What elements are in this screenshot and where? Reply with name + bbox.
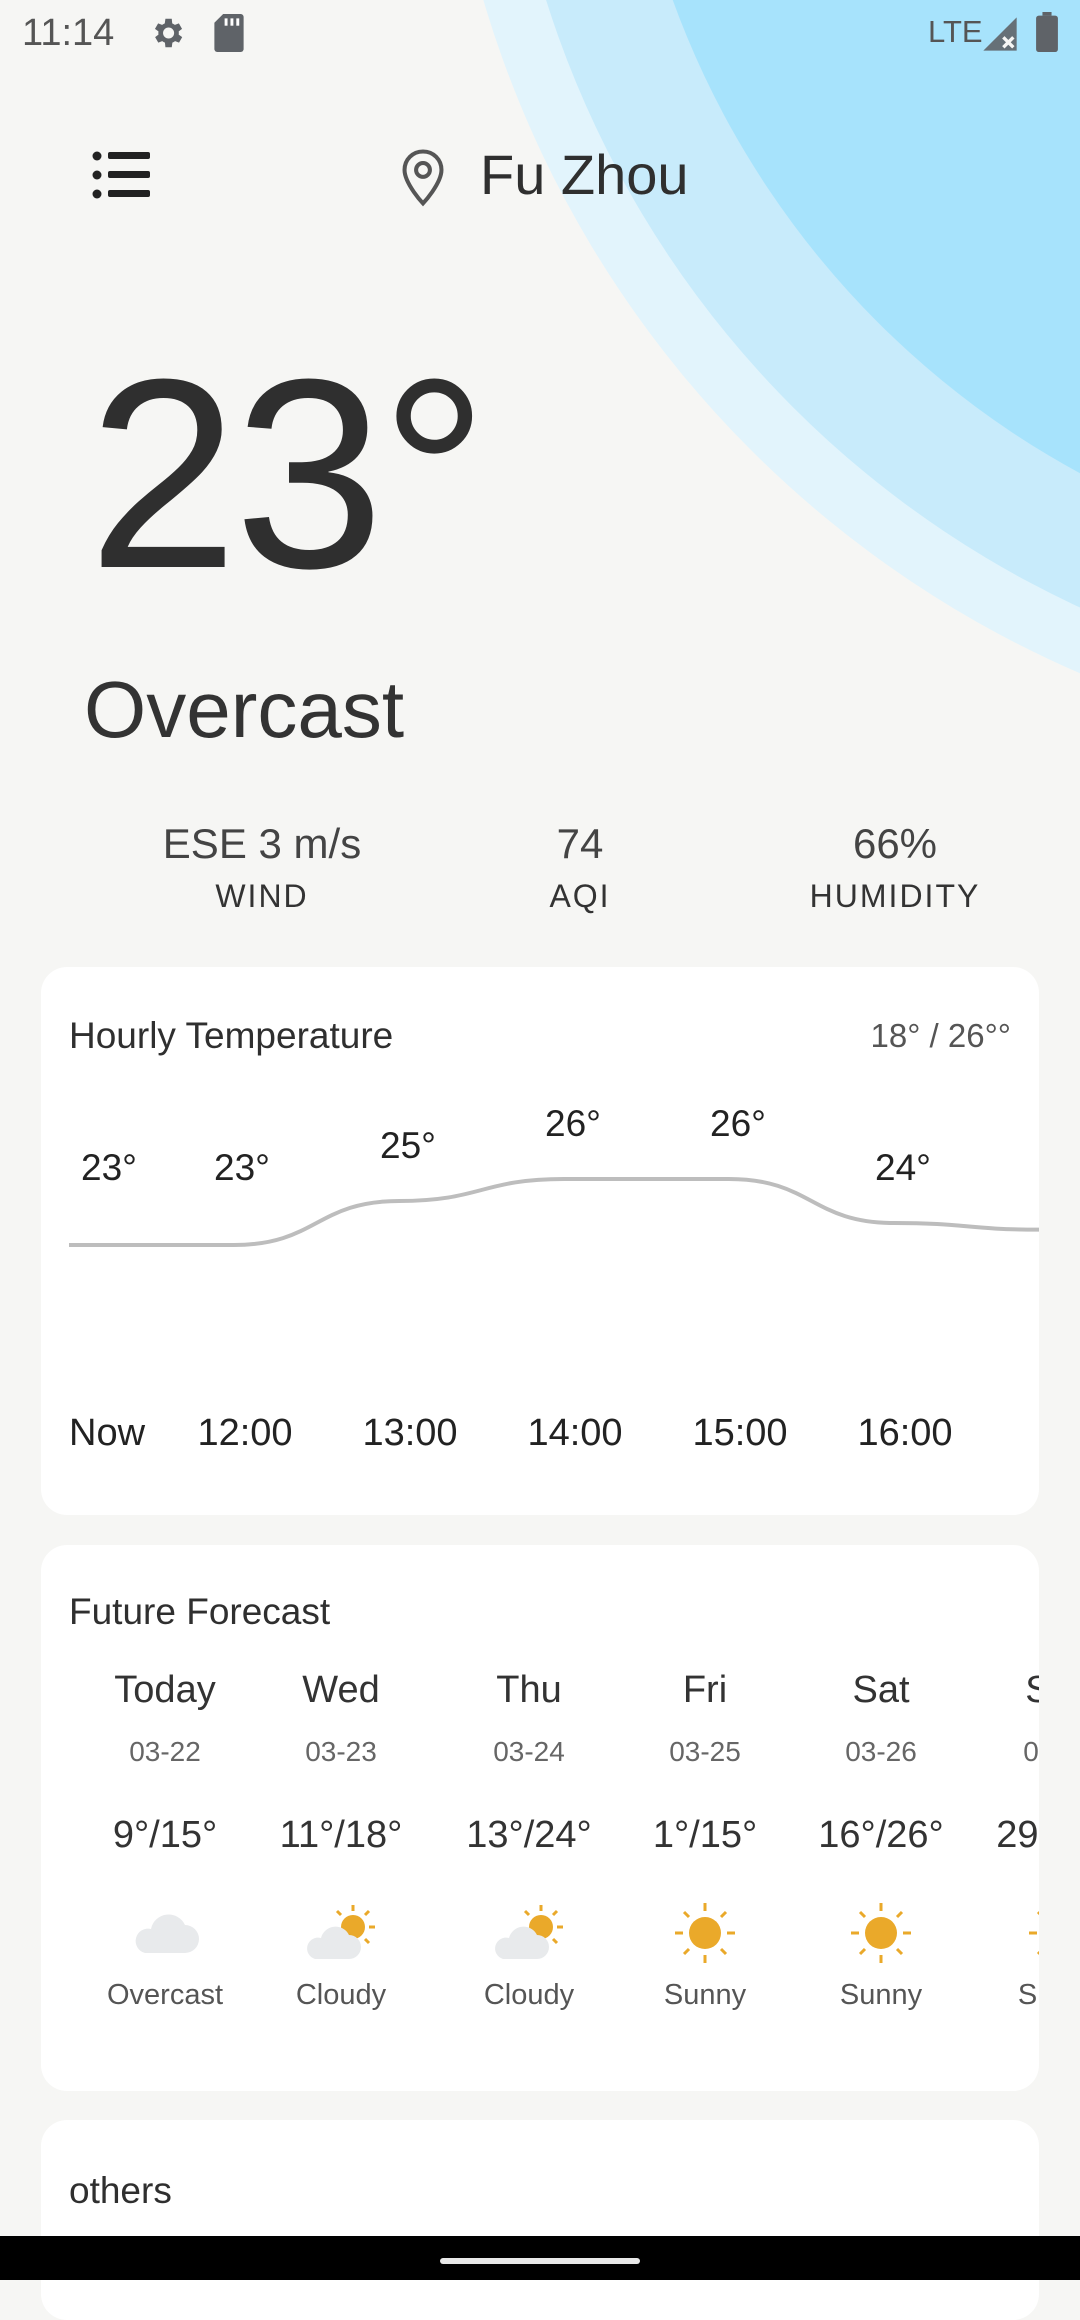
sun-icon (1029, 1911, 1039, 1955)
aqi-stat: 74 AQI (420, 820, 740, 915)
wind-value: ESE 3 m/s (162, 820, 362, 867)
partly-cloudy-icon (495, 1905, 563, 1959)
day-condition: Cloudy (295, 1979, 387, 2011)
hour-temp-label: 26° (710, 1103, 766, 1144)
day-date: 03-27 (1023, 1736, 1039, 1767)
list-icon[interactable] (92, 150, 152, 200)
hour-label: 14:00 (527, 1412, 623, 1454)
cloud-icon (135, 1914, 199, 1953)
forecast-day-fri[interactable]: Fri 03-25 1°/15° Sunny (617, 1669, 793, 2012)
day-temperature-range: 29°/16° (996, 1814, 1039, 1856)
future-title: Future Forecast (69, 1591, 331, 1632)
hour-label: 15:00 (692, 1412, 788, 1454)
day-name: Today (114, 1669, 216, 1711)
day-date: 03-26 (845, 1736, 917, 1767)
aqi-label: AQI (549, 878, 611, 914)
hour-temp-label: 26° (545, 1103, 601, 1144)
day-date: 03-25 (669, 1736, 741, 1767)
status-time: 11:14 (22, 12, 115, 54)
sun-icon (851, 1903, 911, 1963)
humidity-label: HUMIDITY (809, 878, 981, 914)
forecast-day-sat[interactable]: Sat 03-26 16°/26° Sunny (793, 1669, 969, 2012)
day-date: 03-22 (129, 1736, 201, 1767)
aqi-value: 74 (556, 820, 604, 867)
network-type: LTE (928, 14, 983, 49)
day-temperature-range: 1°/15° (652, 1814, 758, 1856)
wind-label: WIND (215, 878, 309, 914)
day-temperature-range: 9°/15° (112, 1814, 218, 1856)
day-temperature-range: 11°/18° (279, 1814, 403, 1856)
hour-label: 16:00 (857, 1412, 953, 1454)
forecast-day-wed[interactable]: Wed 03-23 11°/18° Cloudy (253, 1669, 429, 2012)
current-temperature: 23° (88, 324, 488, 625)
day-temperature-range: 13°/24° (466, 1814, 592, 1856)
map-pin-icon (402, 149, 444, 207)
day-condition: Sunny (1017, 1979, 1039, 2011)
hour-temp-label: 23° (81, 1147, 137, 1188)
navigation-bar (0, 2236, 1080, 2280)
day-date: 03-24 (493, 1736, 565, 1767)
current-stats: ESE 3 m/s WIND 74 AQI 66% HUMIDITY (0, 820, 1080, 920)
day-condition: Cloudy (483, 1979, 575, 2011)
day-condition: Sunny (839, 1979, 923, 2011)
hour-temp-label: 23° (214, 1147, 270, 1188)
gear-icon (154, 18, 183, 48)
hour-label: 12:00 (197, 1412, 293, 1454)
current-condition: Overcast (84, 665, 405, 754)
hourly-temperature-card[interactable]: Hourly Temperature 18° / 26°° Now 23° 12:0… (41, 967, 1039, 1515)
city-name[interactable]: Fu Zhou (480, 142, 689, 207)
hour-temp-label: 25° (380, 1125, 436, 1166)
day-name: Sat (852, 1669, 910, 1711)
day-name: Wed (302, 1669, 380, 1711)
forecast-day-today[interactable]: Today 03-22 9°/15° Overcast (77, 1669, 253, 2012)
status-bar: 11:14 LTE (0, 0, 1080, 66)
future-forecast-card[interactable]: Future Forecast Today 03-22 9°/15° Overcast… (41, 1545, 1039, 2091)
wind-stat: ESE 3 m/s WIND (102, 820, 422, 915)
forecast-day-sun[interactable]: Sun 03-27 29°/16° Sunny (971, 1669, 1039, 2012)
day-name: Fri (682, 1669, 728, 1711)
forecast-day-thu[interactable]: Thu 03-24 13°/24° Cloudy (441, 1669, 617, 2012)
partly-cloudy-icon (307, 1905, 375, 1959)
hour-label: 13:00 (362, 1412, 458, 1454)
day-condition: Sunny (663, 1979, 747, 2011)
day-date: 03-23 (305, 1736, 377, 1767)
humidity-value: 66% (852, 820, 938, 867)
hour-temp-label: 24° (875, 1147, 931, 1188)
humidity-stat: 66% HUMIDITY (735, 820, 1055, 915)
day-name: Thu (496, 1669, 562, 1711)
sun-icon (675, 1903, 735, 1963)
day-condition: Overcast (106, 1979, 224, 2011)
signal-icon (983, 17, 1017, 51)
day-temperature-range: 16°/26° (818, 1814, 944, 1856)
battery-icon (1036, 12, 1058, 52)
others-title: others (69, 2170, 172, 2211)
sd-card-icon (214, 14, 244, 52)
day-name: Sun (1025, 1669, 1039, 1711)
home-handle[interactable] (440, 2258, 640, 2264)
others-card[interactable]: others (41, 2120, 1039, 2320)
